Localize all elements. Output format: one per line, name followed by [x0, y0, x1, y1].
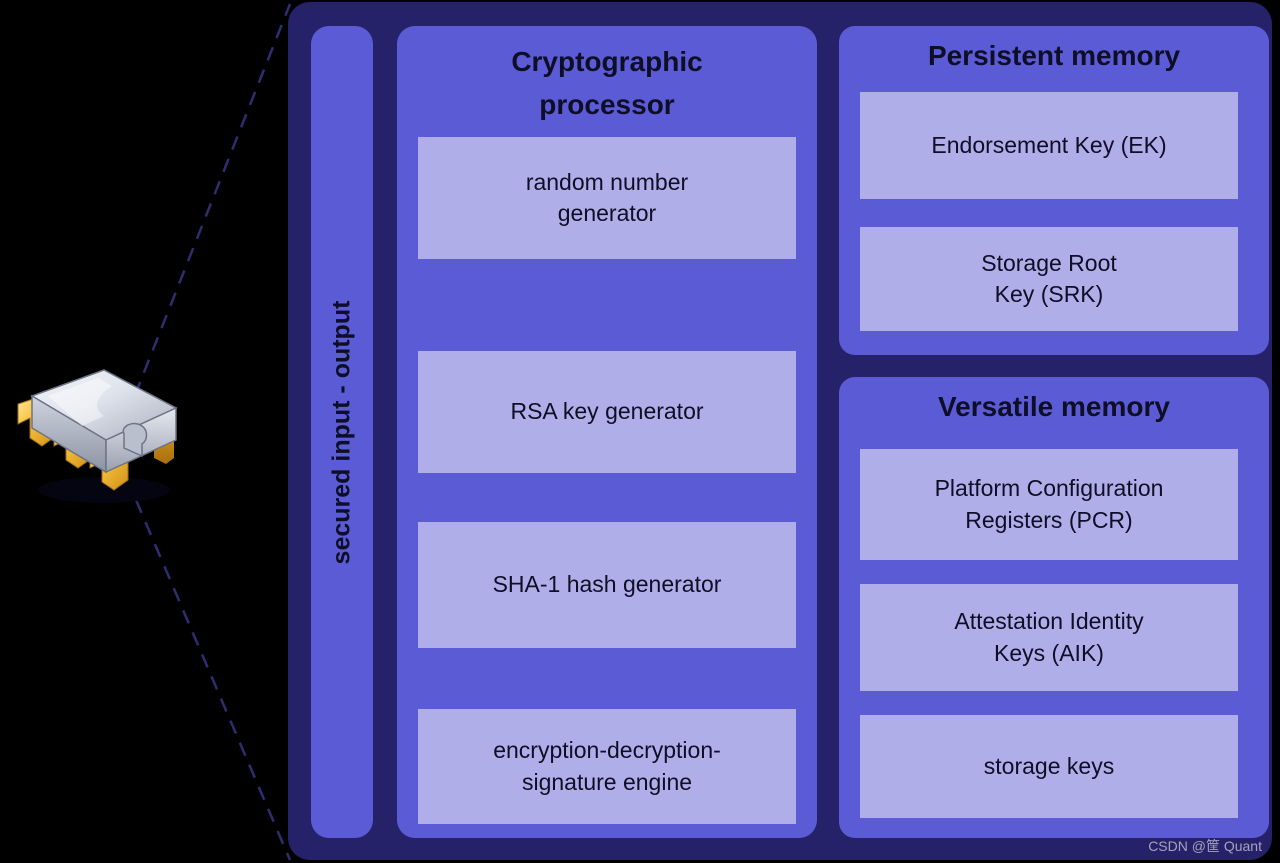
watermark: CSDN @筐 Quant	[1148, 838, 1262, 854]
versatile-memory-panel: Versatile memory Platform Configuration …	[839, 377, 1269, 838]
srk-line2: Key (SRK)	[994, 281, 1104, 307]
crypto-title-line2: processor	[539, 89, 675, 121]
cell-attestation-identity-keys: Attestation Identity Keys (AIK)	[860, 584, 1238, 691]
secured-io-label: secured input - output	[327, 300, 356, 564]
persistent-memory-title: Persistent memory	[927, 40, 1181, 71]
ek-line1: Endorsement Key (EK)	[931, 131, 1167, 158]
secured-io-column: secured input - output	[311, 26, 373, 838]
diagram-canvas: secured input - output Cryptographic pro…	[0, 0, 1280, 863]
callout-line-bottom	[134, 499, 292, 861]
cell-storage-root-key: Storage Root Key (SRK)	[860, 227, 1238, 331]
sha-line1: SHA-1 hash generator	[492, 571, 722, 598]
pcr-line1: Platform Configuration	[934, 475, 1164, 502]
aik-line1: Attestation Identity	[954, 608, 1144, 635]
rng-line1: random number	[525, 168, 689, 195]
cell-encryption-decryption-signature-engine: encryption-decryption- signature engine	[418, 709, 796, 824]
rng-line2: generator	[557, 200, 657, 226]
microchip-icon	[8, 362, 183, 507]
pcr-line2: Registers (PCR)	[965, 506, 1133, 533]
sk-line1: storage keys	[983, 752, 1115, 779]
cryptographic-processor-title: Cryptographic processor	[397, 40, 817, 127]
aik-line2: Keys (AIK)	[994, 639, 1104, 666]
tpm-panel: secured input - output Cryptographic pro…	[288, 2, 1272, 860]
enc-line2: signature engine	[521, 768, 693, 795]
srk-line1: Storage Root	[981, 249, 1117, 276]
crypto-title-line1: Cryptographic	[511, 46, 703, 77]
cell-random-number-generator: random number generator	[418, 137, 796, 259]
cell-storage-keys: storage keys	[860, 715, 1238, 818]
cryptographic-processor-panel: Cryptographic processor random number ge…	[397, 26, 817, 838]
enc-line1: encryption-decryption-	[493, 737, 721, 764]
callout-line-top	[133, 3, 292, 396]
cell-platform-configuration-registers: Platform Configuration Registers (PCR)	[860, 449, 1238, 560]
cell-rsa-key-generator: RSA key generator	[418, 351, 796, 473]
versatile-memory-title: Versatile memory	[938, 391, 1170, 422]
cell-endorsement-key: Endorsement Key (EK)	[860, 92, 1238, 199]
rsa-line1: RSA key generator	[510, 398, 704, 425]
cell-sha1-hash-generator: SHA-1 hash generator	[418, 522, 796, 648]
persistent-memory-panel: Persistent memory Endorsement Key (EK) S…	[839, 26, 1269, 355]
